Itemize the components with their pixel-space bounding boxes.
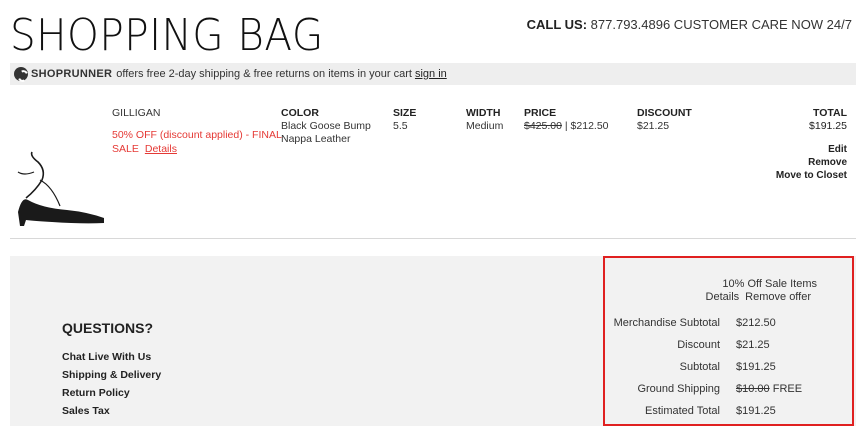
shipping-value: $10.00 FREE	[736, 383, 802, 395]
original-price: $425.00	[524, 120, 562, 132]
shipping-original-price: $10.00	[736, 383, 770, 395]
sale-details-link[interactable]: Details	[145, 143, 177, 155]
merchandise-subtotal-row: Merchandise Subtotal $212.50	[605, 317, 850, 331]
estimated-total-value: $191.25	[736, 405, 776, 417]
shipping-free: FREE	[772, 383, 803, 395]
order-summary: 10% Off Sale Items Details Remove offer M…	[603, 256, 854, 426]
sale-text: 50% OFF (discount applied) - FINAL SALE	[112, 129, 282, 155]
subtotal-label: Subtotal	[679, 361, 720, 373]
questions-links: Chat Live With Us Shipping & Delivery Re…	[62, 348, 161, 420]
merchandise-subtotal-label: Merchandise Subtotal	[613, 317, 720, 329]
item-actions: Edit Remove Move to Closet	[776, 143, 847, 182]
shipping-row: Ground Shipping $10.00 FREE	[605, 383, 850, 397]
total-header: TOTAL	[812, 107, 847, 119]
item-width: Medium	[466, 120, 504, 132]
shoprunner-logo-icon	[14, 67, 28, 81]
item-size: 5.5	[393, 120, 408, 132]
shipping-delivery-link[interactable]: Shipping & Delivery	[62, 366, 161, 384]
item-total: $191.25	[809, 120, 847, 132]
sale-notice: 50% OFF (discount applied) - FINAL SALE D…	[112, 128, 282, 156]
size-header: SIZE	[393, 107, 417, 119]
price-header: PRICE	[524, 107, 557, 119]
promo-actions: Details Remove offer	[700, 291, 811, 303]
shoprunner-text: offers free 2-day shipping & free return…	[116, 68, 412, 80]
color-header: COLOR	[281, 107, 319, 119]
remove-offer-link[interactable]: Remove offer	[745, 291, 811, 303]
discount-row: Discount $21.25	[605, 339, 850, 353]
call-us-text: 877.793.4896 CUSTOMER CARE NOW 24/7	[590, 17, 852, 32]
divider	[10, 238, 856, 239]
cart-item: GILLIGAN 50% OFF (discount applied) - FI…	[0, 100, 860, 230]
edit-link[interactable]: Edit	[776, 143, 847, 156]
shoprunner-brand: SHOPRUNNER	[31, 68, 113, 80]
sales-tax-link[interactable]: Sales Tax	[62, 402, 161, 420]
remove-link[interactable]: Remove	[776, 156, 847, 169]
item-price: $425.00 | $212.50	[524, 120, 609, 133]
estimated-total-label: Estimated Total	[644, 405, 720, 417]
customer-care-phone: CALL US: 877.793.4896 CUSTOMER CARE NOW …	[527, 17, 852, 32]
return-policy-link[interactable]: Return Policy	[62, 384, 161, 402]
discount-header: DISCOUNT	[637, 107, 692, 119]
merchandise-subtotal-value: $212.50	[736, 317, 776, 329]
discount-value: $21.25	[736, 339, 770, 351]
shoprunner-sign-in-link[interactable]: sign in	[415, 68, 447, 80]
item-name: GILLIGAN	[112, 107, 161, 119]
item-color: Black Goose Bump Nappa Leather	[281, 120, 371, 145]
call-us-label: CALL US:	[526, 17, 588, 32]
item-discount: $21.25	[637, 120, 670, 132]
shoprunner-banner: SHOPRUNNER offers free 2-day shipping & …	[10, 63, 856, 85]
product-image[interactable]	[12, 150, 112, 230]
price-separator: |	[564, 120, 568, 132]
subtotal-value: $191.25	[736, 361, 776, 373]
promo-name: 10% Off Sale Items	[722, 278, 817, 290]
questions-title: QUESTIONS?	[62, 320, 154, 336]
subtotal-row: Subtotal $191.25	[605, 361, 850, 375]
shipping-label: Ground Shipping	[637, 383, 720, 395]
promo-details-link[interactable]: Details	[706, 291, 740, 303]
estimated-total-row: Estimated Total $191.25	[605, 405, 850, 419]
chat-live-link[interactable]: Chat Live With Us	[62, 348, 161, 366]
discount-label: Discount	[677, 339, 720, 351]
current-price: $212.50	[570, 120, 609, 132]
page-title: SHOPPING BAG	[10, 10, 324, 61]
width-header: WIDTH	[466, 107, 501, 119]
move-to-closet-link[interactable]: Move to Closet	[776, 169, 847, 182]
